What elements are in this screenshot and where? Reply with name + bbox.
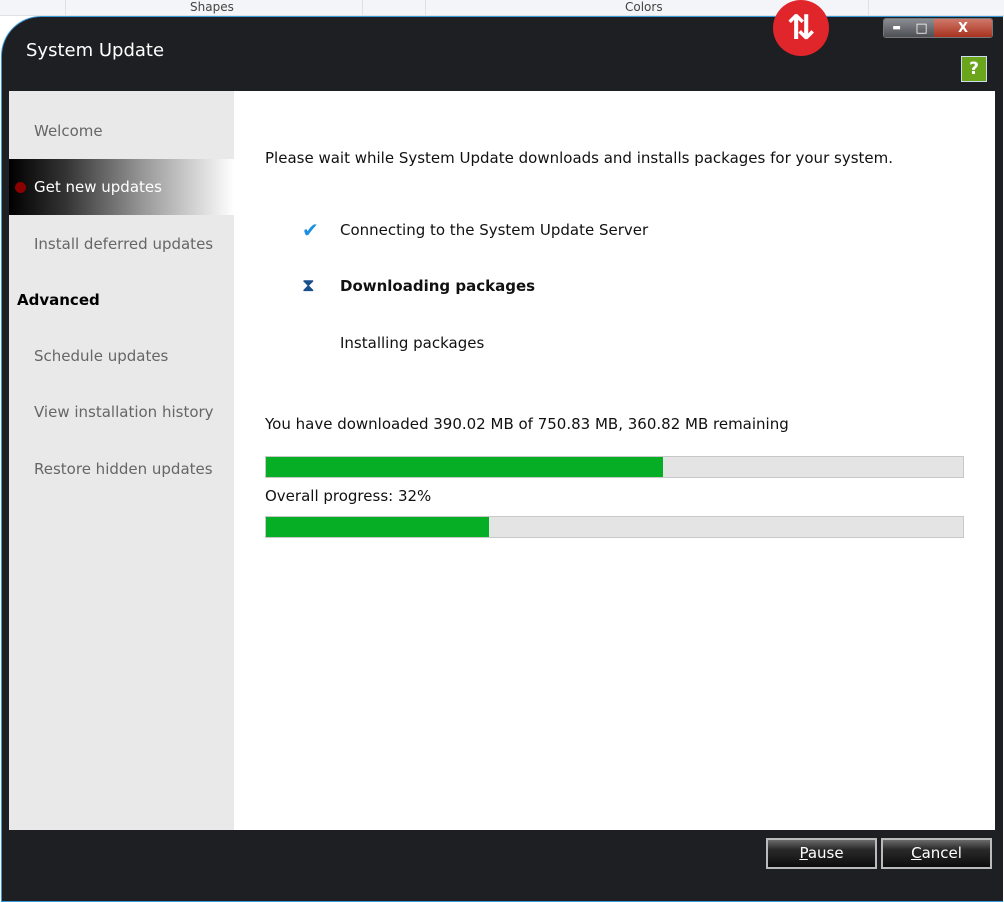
overall-progress-label: Overall progress: 32%	[265, 487, 432, 505]
update-arrows-icon: ⇅	[773, 0, 829, 56]
help-button[interactable]: ?	[961, 56, 987, 82]
window-title: System Update	[26, 40, 165, 61]
pause-label: ause	[807, 844, 844, 862]
overall-progress-fill	[266, 517, 490, 537]
pause-button[interactable]: Pause	[766, 838, 877, 869]
overall-progress-bar	[265, 516, 964, 538]
main-panel: Please wait while System Update download…	[234, 91, 995, 830]
close-button[interactable]: X	[934, 19, 992, 37]
sidebar-item-label: Get new updates	[34, 178, 162, 196]
intro-text: Please wait while System Update download…	[265, 149, 894, 167]
download-status: You have downloaded 390.02 MB of 750.83 …	[265, 415, 789, 433]
sidebar: Welcome Get new updates Install deferred…	[9, 91, 234, 830]
step-downloading: Downloading packages	[340, 277, 536, 295]
hourglass-icon: ⧗	[302, 275, 315, 296]
window-controls: ▬ □ X	[883, 18, 993, 38]
sidebar-item-install-deferred[interactable]: Install deferred updates	[9, 216, 234, 272]
sidebar-item-view-history[interactable]: View installation history	[9, 384, 234, 440]
ribbon-colors-label: Colors	[625, 0, 663, 14]
sidebar-item-schedule-updates[interactable]: Schedule updates	[9, 328, 234, 384]
sidebar-item-welcome[interactable]: Welcome	[9, 103, 234, 159]
sidebar-section-advanced: Advanced	[17, 291, 100, 309]
download-progress-bar	[265, 456, 964, 478]
step-installing: Installing packages	[340, 334, 485, 352]
active-dot-icon	[15, 182, 26, 193]
cancel-accel: C	[911, 844, 922, 862]
step-connecting: Connecting to the System Update Server	[340, 221, 649, 239]
cancel-button[interactable]: Cancel	[881, 838, 992, 869]
sidebar-item-restore-hidden[interactable]: Restore hidden updates	[9, 441, 234, 497]
background-ribbon: Shapes Colors	[0, 0, 1004, 16]
maximize-button[interactable]: □	[909, 19, 934, 37]
minimize-button[interactable]: ▬	[884, 19, 909, 37]
ribbon-shapes-label: Shapes	[190, 0, 234, 14]
pause-accel: P	[799, 844, 808, 862]
sidebar-item-get-new-updates[interactable]: Get new updates	[9, 159, 234, 215]
cancel-label: ancel	[921, 844, 962, 862]
checkmark-icon: ✔	[302, 218, 319, 242]
download-progress-fill	[266, 457, 664, 477]
